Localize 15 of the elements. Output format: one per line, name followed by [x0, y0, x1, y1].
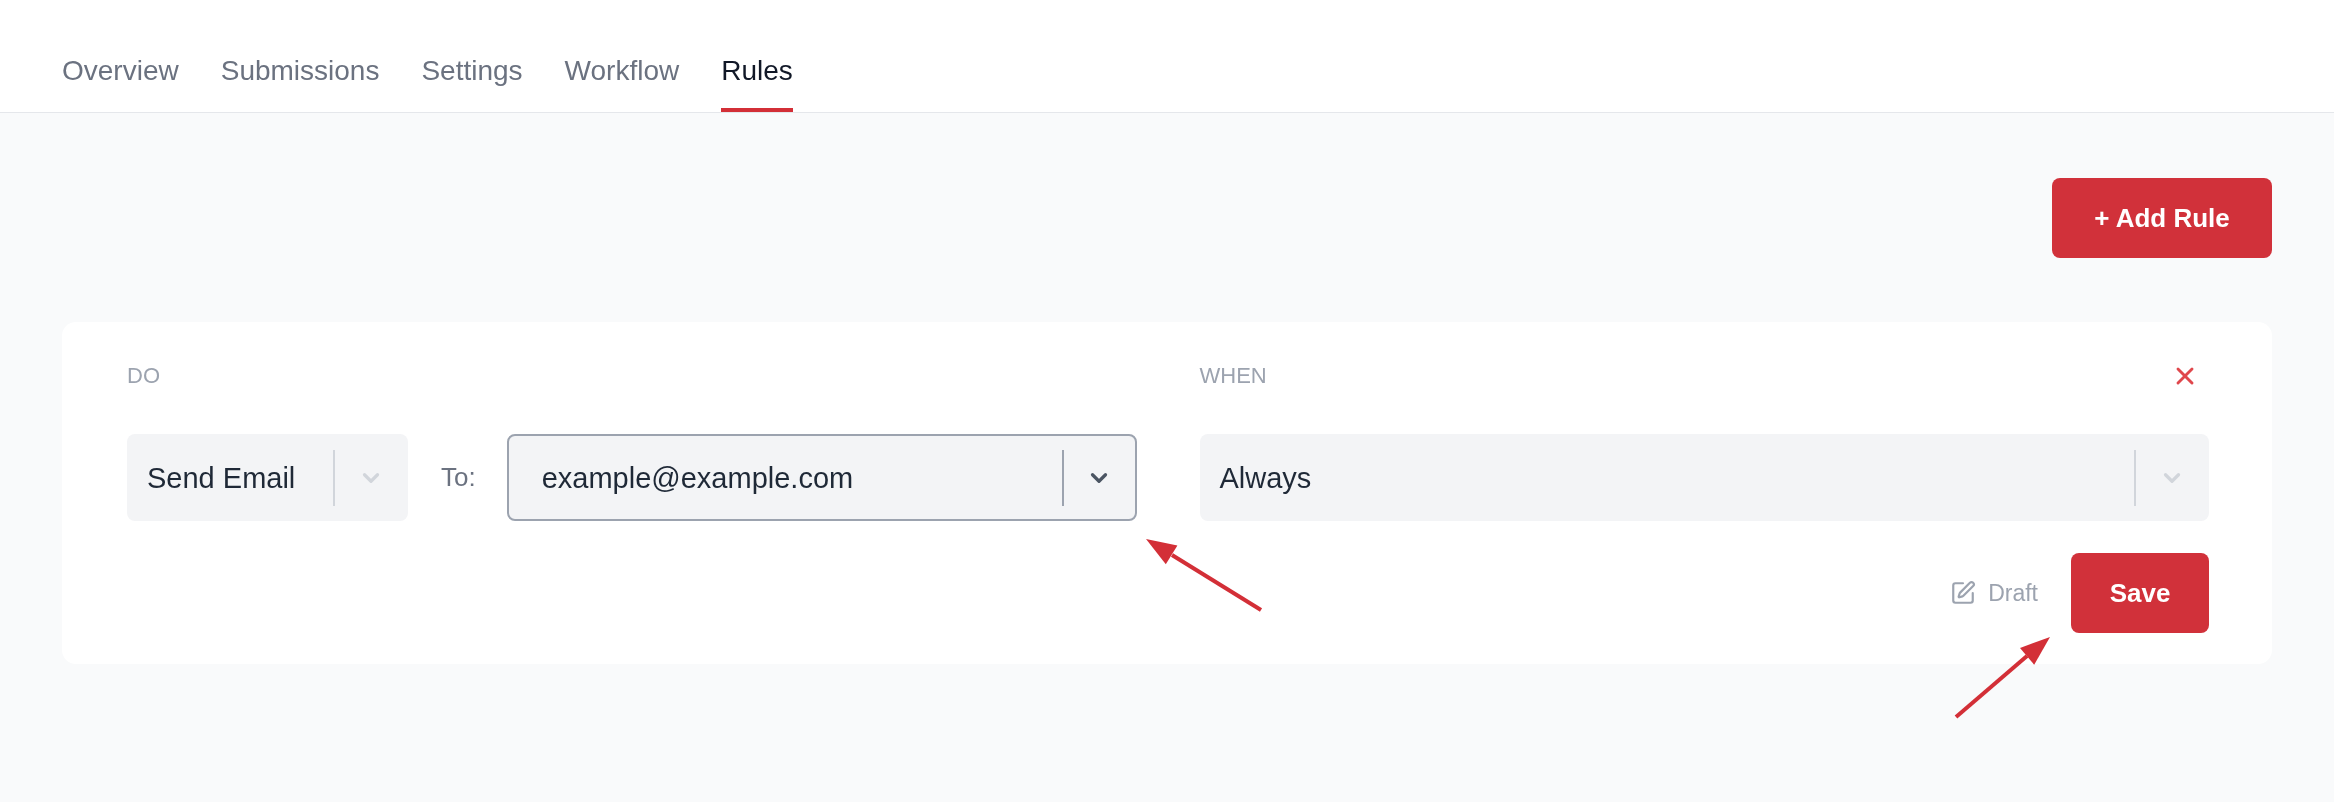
- tab[interactable]: Settings: [421, 54, 523, 112]
- to-label: To:: [441, 461, 476, 494]
- add-rule-button[interactable]: + Add Rule: [2052, 178, 2272, 258]
- do-label: DO: [127, 362, 160, 390]
- dropdown-select[interactable]: example@example.com: [506, 434, 1137, 521]
- dropdown-select[interactable]: Send Email: [127, 434, 408, 521]
- tab[interactable]: Overview: [62, 54, 179, 112]
- tab[interactable]: Submissions: [220, 54, 380, 112]
- dropdown-select[interactable]: Always: [1199, 434, 2209, 521]
- edit-icon: [1950, 580, 1977, 606]
- save-button[interactable]: Save: [2071, 553, 2209, 633]
- tab[interactable]: Workflow: [564, 54, 680, 112]
- tab[interactable]: Rules: [721, 54, 793, 112]
- draft-status: Draft: [1988, 578, 2038, 608]
- when-label: WHEN: [1199, 362, 1267, 390]
